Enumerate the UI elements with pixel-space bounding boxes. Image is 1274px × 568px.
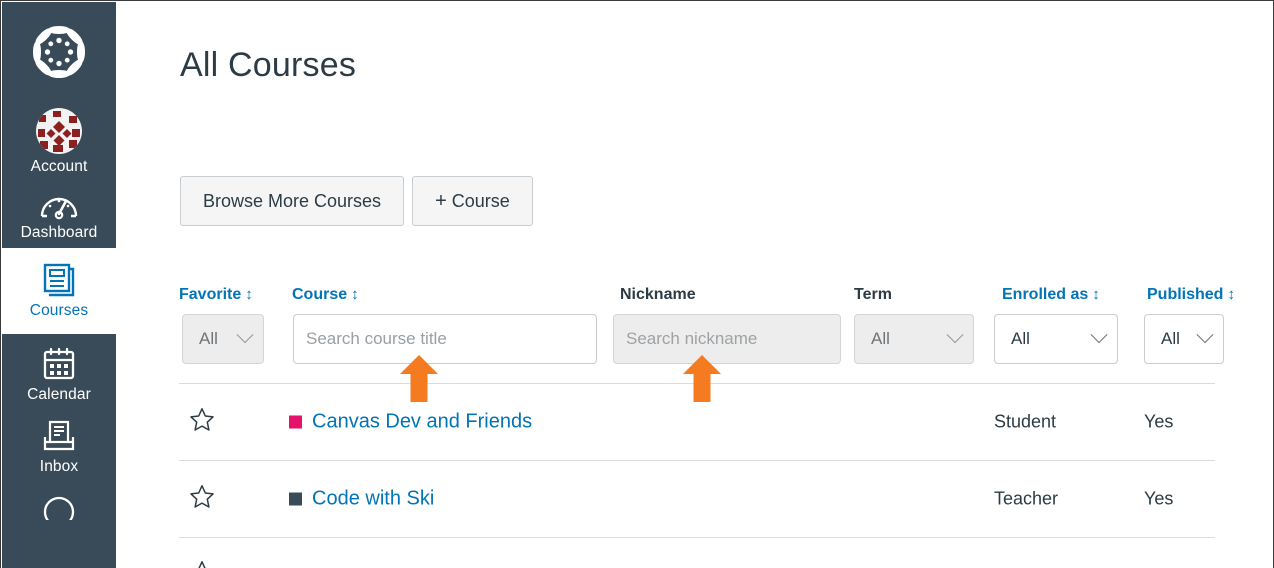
course-color-swatch [289,415,302,429]
sidebar-item-label: Inbox [39,458,79,475]
courses-book-icon [41,262,77,298]
column-header-term: Term [854,286,892,303]
column-header-nickname: Nickname [620,286,696,303]
star-outline-icon [189,484,215,510]
table-row [179,537,1215,568]
sort-updown-icon: ↕ [245,286,253,303]
term-filter-select[interactable]: All [854,314,974,364]
enrolled-as-cell: Teacher [994,488,1059,509]
course-link[interactable]: Canvas Dev and Friends [312,411,532,434]
column-header-favorite-label: Favorite [179,286,242,303]
column-header-published[interactable]: Published ↕ [1147,286,1235,304]
column-header-course[interactable]: Course ↕ [292,286,359,304]
add-course-label: Course [451,191,510,211]
term-filter-value: All [871,329,890,348]
published-cell: Yes [1144,411,1174,432]
course-search-placeholder: Search course title [306,329,447,348]
favorite-filter-select[interactable]: All [182,314,264,364]
sidebar-item-label: Courses [29,302,89,319]
favorite-filter-value: All [199,329,218,348]
toolbar: Browse More Courses + Course [180,176,533,226]
column-header-published-label: Published [1147,286,1224,303]
plus-icon: + [435,190,447,212]
star-outline-icon [189,407,215,433]
column-header-favorite[interactable]: Favorite ↕ [179,286,253,304]
sidebar-item-label: Dashboard [20,224,98,241]
favorite-star-toggle[interactable] [189,461,215,515]
sidebar-item-inbox[interactable]: Inbox [2,410,116,482]
published-cell: Yes [1144,488,1174,509]
star-outline-icon [189,560,215,568]
table-row: Code with Ski Teacher Yes [179,460,1215,537]
global-navigation-sidebar: Account Dashboard Courses Calendar Inbox [2,2,116,568]
favorite-star-toggle[interactable] [189,538,215,568]
sidebar-item-account[interactable]: Account [2,102,116,182]
canvas-all-courses-screenshot: Account Dashboard Courses Calendar Inbox… [0,0,1274,568]
column-header-enrolled-as-label: Enrolled as [1002,286,1089,303]
account-avatar-icon [36,108,82,154]
page-title: All Courses [180,46,357,84]
sidebar-item-calendar[interactable]: Calendar [2,334,116,410]
nickname-search-input[interactable]: Search nickname [613,314,841,364]
sidebar-item-dashboard[interactable]: Dashboard [2,182,116,248]
browse-more-courses-button[interactable]: Browse More Courses [180,176,405,226]
course-link[interactable]: Code with Ski [312,488,434,511]
add-course-button[interactable]: + Course [412,176,533,226]
sidebar-item-label: Calendar [27,386,91,403]
sidebar-item-courses[interactable]: Courses [2,248,116,334]
canvas-logo-icon[interactable] [2,2,116,102]
history-clock-icon [43,496,75,520]
course-cell: Code with Ski [289,488,434,511]
published-filter-select[interactable]: All [1144,314,1224,364]
table-header-row: Favorite ↕ Course ↕ Nickname Term Enrolled… [179,274,1235,383]
inbox-tray-icon [41,420,77,454]
column-header-enrolled-as[interactable]: Enrolled as ↕ [1002,286,1100,304]
sidebar-item-label: Account [30,158,88,175]
enrolled-as-filter-select[interactable]: All [994,314,1118,364]
enrolled-as-cell: Student [994,411,1057,432]
column-header-course-label: Course [292,286,348,303]
dashboard-gauge-icon [39,190,79,220]
nickname-search-placeholder: Search nickname [626,329,758,348]
sort-updown-icon: ↕ [1227,286,1235,303]
course-color-swatch [289,492,302,506]
sort-updown-icon: ↕ [1092,286,1100,303]
chevron-down-icon [236,326,254,344]
chevron-down-icon [1090,326,1108,344]
course-cell: Canvas Dev and Friends [289,411,532,434]
courses-table: Favorite ↕ Course ↕ Nickname Term Enrolled… [179,274,1235,568]
table-row: Canvas Dev and Friends Student Yes [179,383,1215,460]
enrolled-as-filter-value: All [1011,329,1030,348]
main-content: All Courses Browse More Courses + Course … [116,2,1272,568]
sidebar-item-history-partial[interactable] [2,482,116,520]
published-filter-value: All [1161,329,1180,348]
chevron-down-icon [1196,326,1214,344]
chevron-down-icon [946,326,964,344]
course-search-input[interactable]: Search course title [293,314,597,364]
calendar-icon [41,346,77,382]
favorite-star-toggle[interactable] [189,384,215,438]
sort-updown-icon: ↕ [351,286,359,303]
